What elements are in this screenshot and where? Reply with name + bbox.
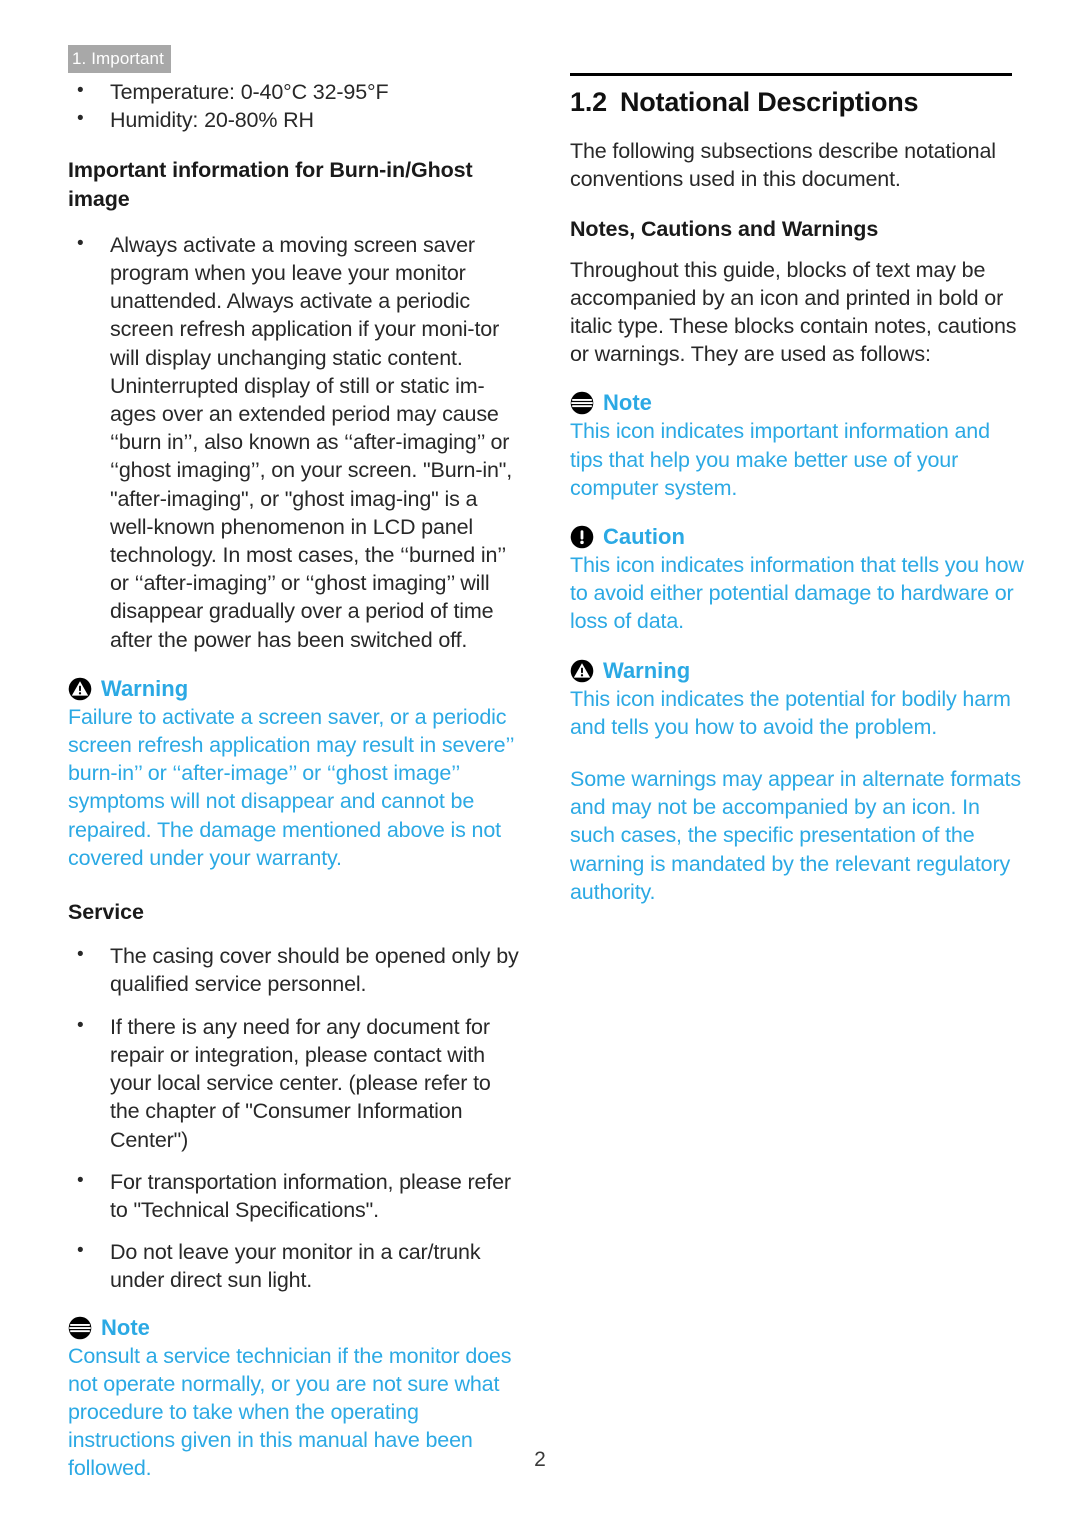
section-intro-paragraph: The following subsections describe notat… [570,139,996,192]
running-header-chapter: 1. Important [68,45,171,73]
document-page: 1. Important Temperature: 0-40°C 32-95°F… [0,0,1080,1532]
note-callout-label: Note [603,390,652,416]
service-bullet-list: The casing cover should be opened only b… [68,941,523,1294]
warning-triangle-icon [68,677,92,701]
list-item: Always activate a moving screen saver pr… [68,230,523,654]
list-item: Do not leave your monitor in a car/trunk… [68,1237,523,1294]
page-title: 1.2 Notational Descriptions [570,85,1025,119]
burn-in-bullet-list: Always activate a moving screen saver pr… [68,230,523,654]
warning-callout-body: This icon indicates the potential for bo… [570,686,1011,739]
section-divider-rule [570,73,1012,76]
alternate-formats-paragraph: Some warnings may appear in alternate fo… [570,767,1021,904]
warning-callout-label: Warning [101,675,189,701]
left-column: Temperature: 0-40°C 32-95°F Humidity: 20… [68,77,523,1483]
list-item: If there is any need for any document fo… [68,1012,523,1154]
note-lines-icon [570,392,594,415]
list-item: For transportation information, please r… [68,1167,523,1224]
notes-intro-paragraph: Throughout this guide, blocks of text ma… [570,257,1017,367]
caution-callout-label: Caution [603,524,685,550]
note-callout: Note This icon indicates important infor… [570,390,1025,502]
warning-callout: Warning This icon indicates the potentia… [570,658,1025,741]
warning-callout-head: Warning [68,676,523,702]
caution-callout-head: Caution [570,524,1025,550]
warning-callout-body: Failure to activate a screen saver, or a… [68,704,514,870]
warning-callout: Warning Failure to activate a screen sav… [68,676,523,872]
note-callout-body: This icon indicates important informatio… [570,419,990,500]
environment-bullet-list: Temperature: 0-40°C 32-95°F Humidity: 20… [68,77,523,134]
service-heading: Service [68,900,144,925]
page-number: 2 [534,1448,546,1471]
burn-in-heading: Important information for Burn-in/Ghost … [68,158,473,211]
list-item: Humidity: 20-80% RH [68,105,523,134]
caution-exclamation-icon [570,525,594,549]
note-callout-label: Note [101,1314,150,1340]
caution-callout: Caution This icon indicates information … [570,524,1025,636]
caution-callout-body: This icon indicates information that tel… [570,553,1024,634]
note-callout-head: Note [68,1315,523,1341]
section-number: 1.2 [570,87,607,117]
list-item: Temperature: 0-40°C 32-95°F [68,77,523,106]
warning-callout-label: Warning [603,657,691,683]
notes-cautions-warnings-heading: Notes, Cautions and Warnings [570,217,879,242]
list-item: The casing cover should be opened only b… [68,941,523,998]
section-title-text: Notational Descriptions [619,87,919,117]
right-column: 1.2 Notational Descriptions The following… [570,73,1025,906]
warning-triangle-icon [570,659,594,682]
note-lines-icon [68,1316,92,1339]
note-callout-head: Note [570,390,1025,416]
warning-callout-head: Warning [570,658,1025,684]
